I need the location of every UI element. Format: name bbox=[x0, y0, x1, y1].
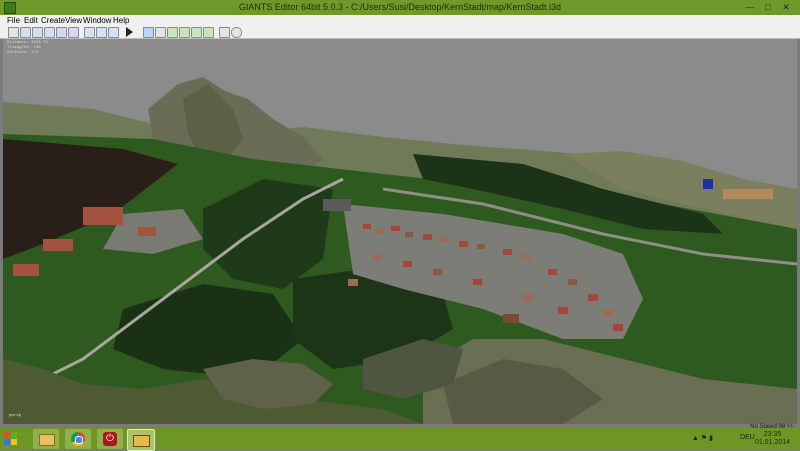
settings-icon[interactable] bbox=[219, 27, 230, 38]
minimize-button[interactable]: — bbox=[742, 1, 758, 13]
new-file-icon[interactable] bbox=[8, 27, 19, 38]
save-as-icon[interactable] bbox=[44, 27, 55, 38]
viewport-stats: Distance: 1843.74 Triangles: 148 Vertice… bbox=[7, 41, 48, 56]
decal-icon[interactable] bbox=[203, 27, 214, 38]
select-icon[interactable] bbox=[143, 27, 154, 38]
tray-icons[interactable]: ▲ ⚑ ▮ bbox=[692, 434, 713, 442]
power-app-icon[interactable]: ⏻ bbox=[97, 429, 123, 449]
chrome-icon[interactable] bbox=[65, 429, 91, 449]
stat-vertices: Vertices: 171 bbox=[7, 51, 39, 55]
menu-file[interactable]: File bbox=[7, 16, 20, 25]
taskbar: ⏻ ▲ ⚑ ▮ DEU 23:35 01.01.2014 bbox=[0, 428, 800, 451]
foliage-paint-icon[interactable] bbox=[191, 27, 202, 38]
open-file-icon[interactable] bbox=[20, 27, 31, 38]
menu-view[interactable]: View bbox=[65, 16, 82, 25]
menu-edit[interactable]: Edit bbox=[24, 16, 38, 25]
terrain-scene bbox=[3, 39, 797, 424]
toolbar bbox=[0, 26, 800, 39]
window-title: GIANTS Editor 64bit 5.0.3 - C:/Users/Sus… bbox=[238, 2, 562, 12]
redo-all-icon[interactable] bbox=[108, 27, 119, 38]
clock-date: 01.01.2014 bbox=[754, 439, 790, 446]
menu-create[interactable]: Create bbox=[41, 16, 65, 25]
terrain-sculpt-icon[interactable] bbox=[167, 27, 178, 38]
clock-time: 23:35 bbox=[763, 431, 782, 438]
export-icon[interactable] bbox=[68, 27, 79, 38]
undo-icon[interactable] bbox=[84, 27, 95, 38]
giants-editor-taskbar-icon[interactable] bbox=[127, 429, 155, 451]
title-bar: GIANTS Editor 64bit 5.0.3 - C:/Users/Sus… bbox=[0, 0, 800, 15]
start-button[interactable] bbox=[4, 432, 18, 446]
language-indicator[interactable]: DEU bbox=[740, 434, 755, 441]
menu-window[interactable]: Window bbox=[83, 16, 111, 25]
import-icon[interactable] bbox=[56, 27, 67, 38]
save-icon[interactable] bbox=[32, 27, 43, 38]
file-explorer-icon[interactable] bbox=[33, 429, 59, 449]
terrain-paint-icon[interactable] bbox=[179, 27, 190, 38]
close-button[interactable]: ✕ bbox=[778, 1, 794, 13]
menu-help[interactable]: Help bbox=[113, 16, 129, 25]
scene-viewport[interactable]: Distance: 1843.74 Triangles: 148 Vertice… bbox=[3, 39, 797, 424]
camera-label: persp bbox=[9, 414, 22, 418]
play-icon[interactable] bbox=[126, 27, 133, 37]
maximize-button[interactable]: □ bbox=[760, 1, 776, 13]
redo-icon[interactable] bbox=[96, 27, 107, 38]
search-icon[interactable] bbox=[231, 27, 242, 38]
move-icon[interactable] bbox=[155, 27, 166, 38]
clock[interactable]: 23:35 01.01.2014 bbox=[755, 431, 790, 447]
